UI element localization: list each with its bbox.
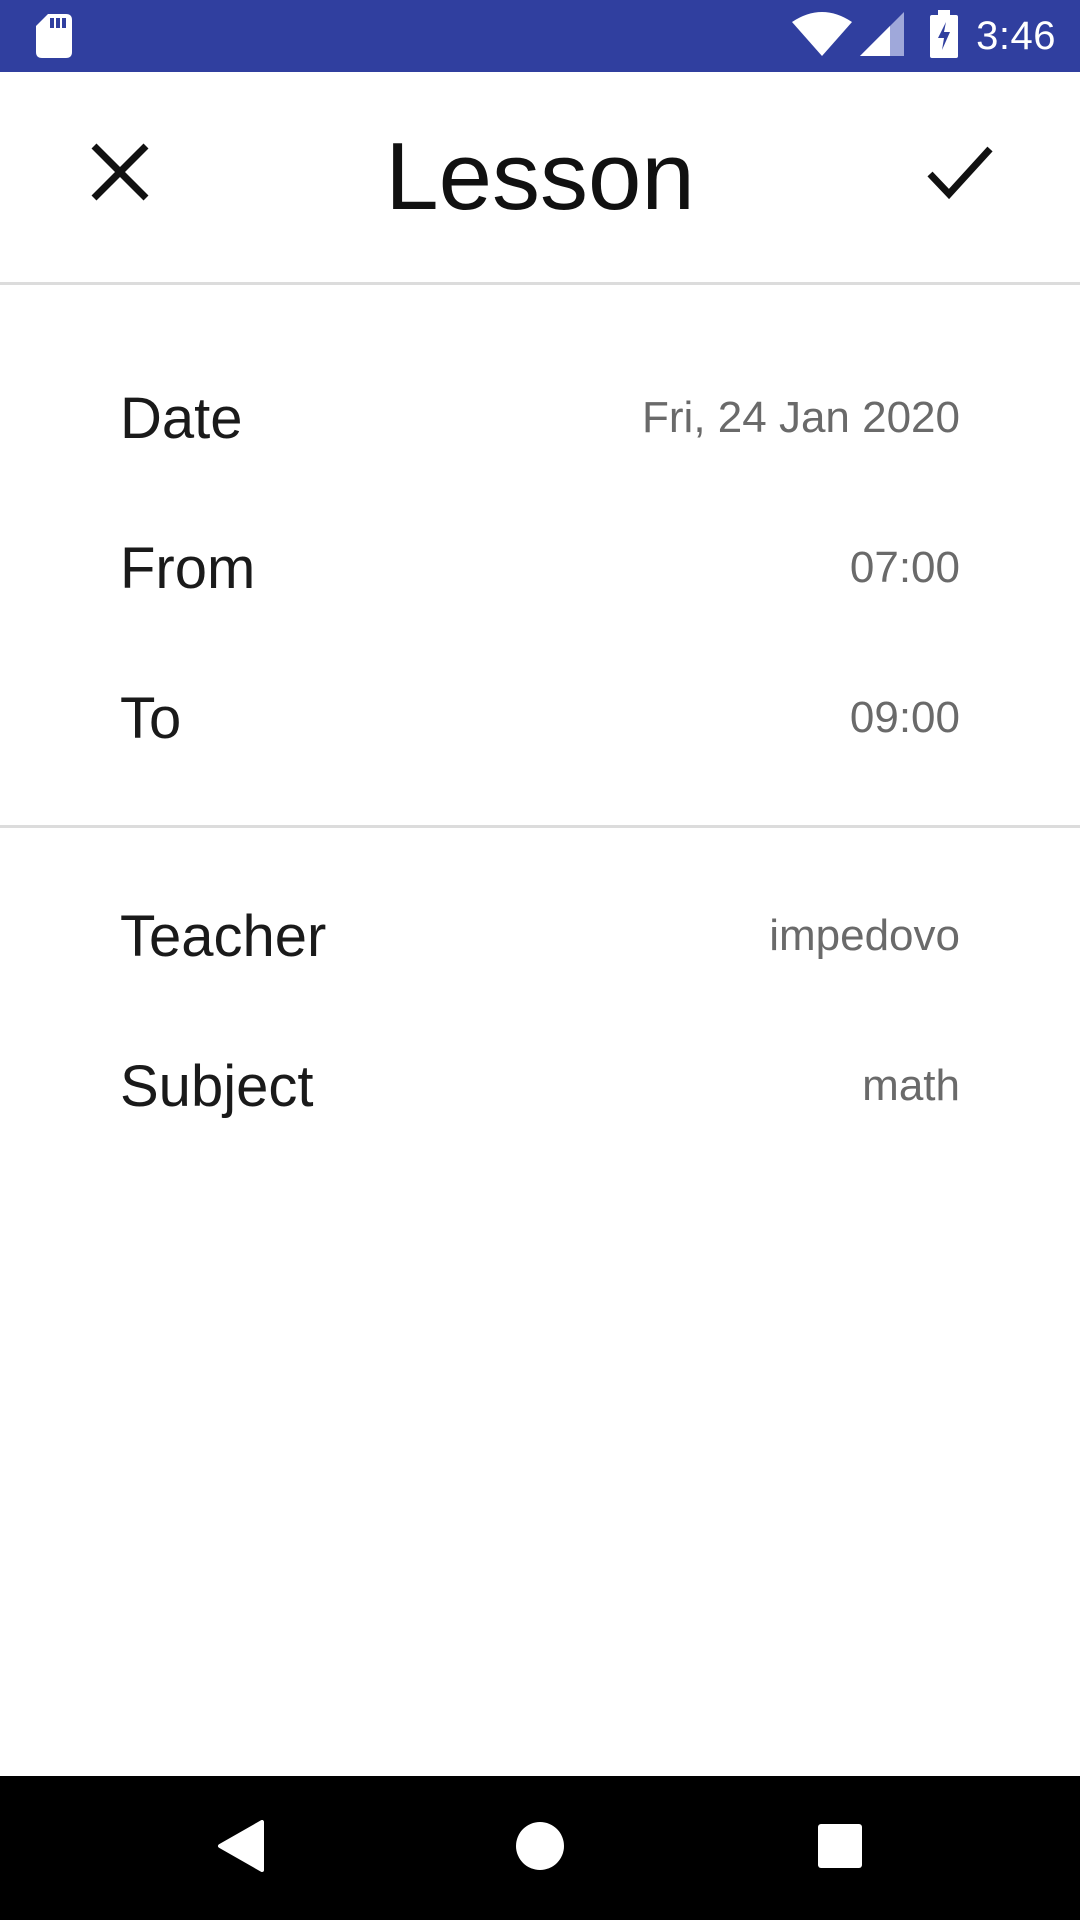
date-value: Fri, 24 Jan 2020 <box>642 393 960 442</box>
date-row[interactable]: Date Fri, 24 Jan 2020 <box>0 343 1080 493</box>
details-section: Teacher impedovo Subject math <box>0 828 1080 1228</box>
teacher-label: Teacher <box>120 903 327 969</box>
schedule-section: Date Fri, 24 Jan 2020 From 07:00 To 09:0… <box>0 285 1080 828</box>
to-row[interactable]: To 09:00 <box>0 643 1080 793</box>
date-label: Date <box>120 385 243 451</box>
recents-icon <box>817 1823 863 1874</box>
save-button[interactable] <box>900 114 1020 234</box>
from-value: 07:00 <box>849 543 960 592</box>
cell-signal-icon <box>860 11 905 61</box>
subject-label: Subject <box>120 1053 314 1119</box>
close-button[interactable] <box>60 114 180 234</box>
back-icon <box>216 1819 264 1877</box>
teacher-row[interactable]: Teacher impedovo <box>0 861 1080 1011</box>
navigation-bar <box>0 1776 1080 1920</box>
back-button[interactable] <box>190 1798 290 1898</box>
status-icons: 3:46 <box>792 0 1056 72</box>
toolbar: Lesson <box>0 72 1080 285</box>
close-icon <box>90 142 150 207</box>
recents-button[interactable] <box>790 1798 890 1898</box>
page-title: Lesson <box>385 123 695 230</box>
lesson-screen: 3:46 Lesson Date Fri, 24 Jan 2020 From 0… <box>0 0 1080 1920</box>
subject-row[interactable]: Subject math <box>0 1011 1080 1161</box>
battery-charging-icon <box>930 9 959 63</box>
home-button[interactable] <box>490 1798 590 1898</box>
check-icon <box>927 144 993 205</box>
subject-value: math <box>862 1061 960 1110</box>
status-bar: 3:46 <box>0 0 1080 72</box>
from-row[interactable]: From 07:00 <box>0 493 1080 643</box>
sd-card-icon <box>36 14 72 58</box>
home-icon <box>515 1821 565 1876</box>
wifi-icon <box>792 11 853 61</box>
to-value: 09:00 <box>849 693 960 742</box>
to-label: To <box>120 685 182 751</box>
status-time: 3:46 <box>976 13 1056 58</box>
teacher-value: impedovo <box>769 911 960 960</box>
from-label: From <box>120 535 256 601</box>
